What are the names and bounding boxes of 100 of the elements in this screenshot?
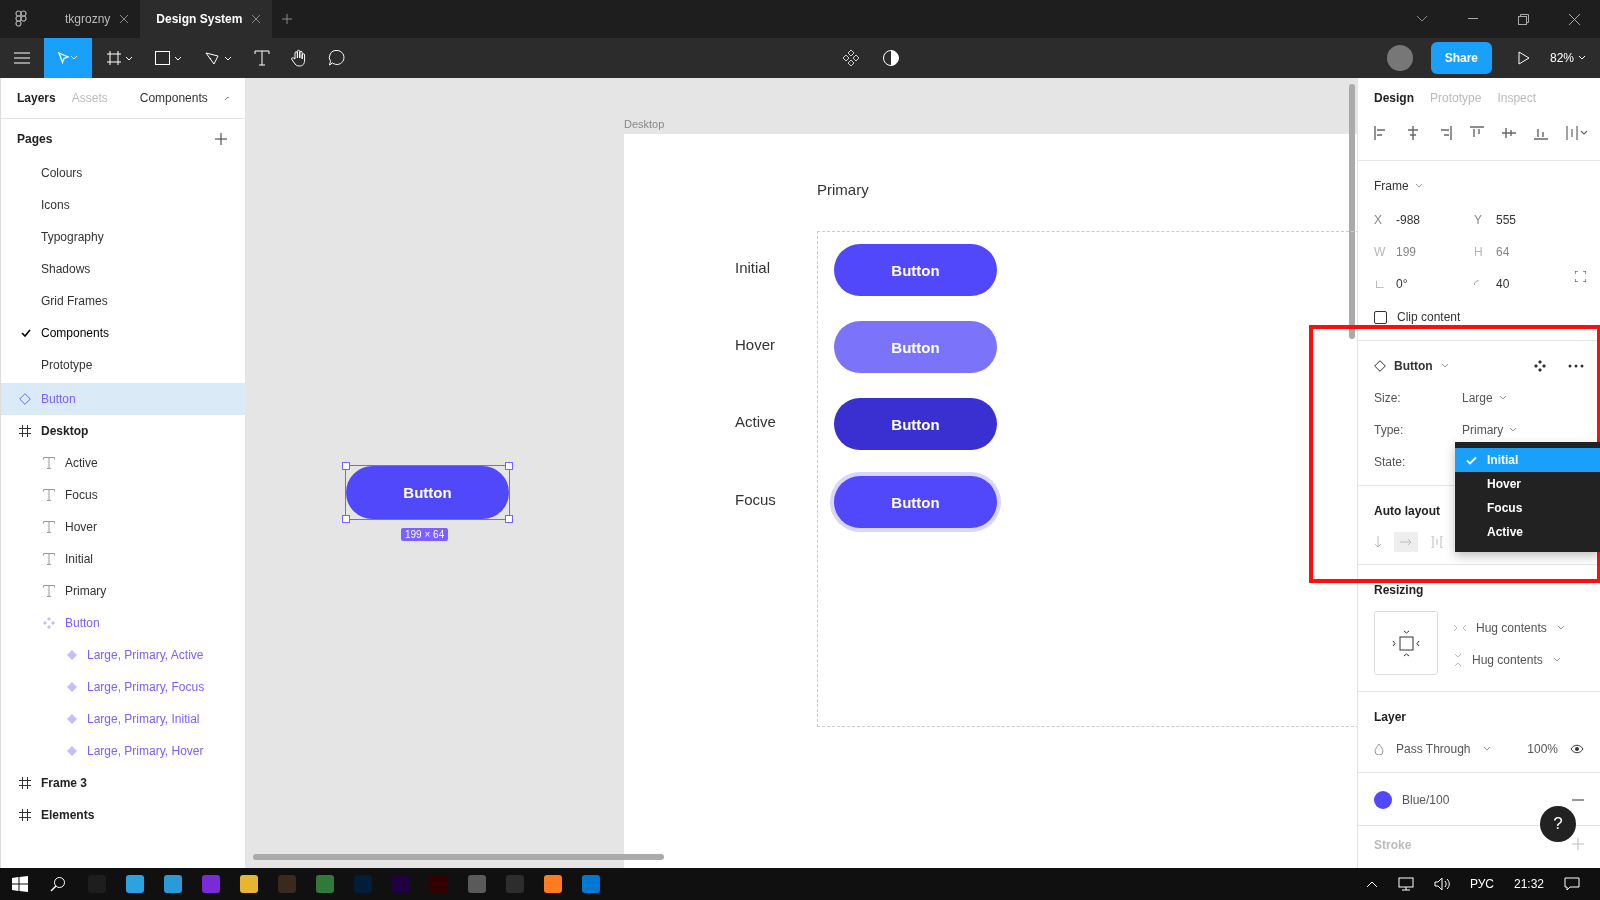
layer-item[interactable]: Large, Primary, Focus: [1, 671, 245, 703]
layer-item[interactable]: Primary: [1, 575, 245, 607]
expand-icon[interactable]: [1575, 271, 1586, 282]
app-icon[interactable]: [544, 875, 562, 893]
avatar[interactable]: [1386, 45, 1413, 71]
button[interactable]: Button: [834, 244, 997, 296]
search-icon[interactable]: [50, 876, 66, 892]
distribute-icon[interactable]: [1566, 126, 1588, 140]
component-icon[interactable]: [842, 49, 861, 67]
network-icon[interactable]: [1397, 877, 1414, 891]
component-dropdown[interactable]: Button: [1394, 359, 1433, 373]
figma-logo-icon[interactable]: [15, 10, 27, 28]
menu-item[interactable]: Hover: [1455, 472, 1600, 496]
close-icon[interactable]: [252, 15, 261, 23]
menu-item[interactable]: Active: [1455, 520, 1600, 544]
layer-item[interactable]: Large, Primary, Active: [1, 639, 245, 671]
file-tab[interactable]: Design System: [140, 0, 273, 38]
text-tool-icon[interactable]: [254, 50, 270, 66]
minimize-icon[interactable]: [1468, 18, 1478, 20]
property-field[interactable]: ∟ 0°: [1374, 277, 1474, 291]
page-item[interactable]: Icons: [1, 189, 245, 221]
file-tab[interactable]: tkgrozny: [49, 0, 141, 38]
hand-tool-icon[interactable]: [290, 49, 308, 67]
page-item[interactable]: Colours: [1, 157, 245, 189]
opacity-value[interactable]: 100%: [1527, 742, 1558, 756]
eye-icon[interactable]: [1570, 744, 1584, 754]
panel-tab[interactable]: Design: [1374, 91, 1414, 105]
clock[interactable]: 21:32: [1513, 877, 1544, 891]
notification-icon[interactable]: [1564, 877, 1580, 891]
move-tool[interactable]: [44, 38, 92, 78]
button[interactable]: Button: [834, 398, 997, 450]
app-icon[interactable]: [126, 875, 144, 893]
layer-item[interactable]: Active: [1, 447, 245, 479]
app-icon[interactable]: [240, 875, 258, 893]
align-bottom-icon[interactable]: [1534, 126, 1548, 140]
resizing-diagram[interactable]: [1374, 611, 1438, 675]
pen-tool-icon[interactable]: [204, 50, 234, 66]
resizing-dropdown[interactable]: Hug contents: [1476, 621, 1547, 635]
add-icon[interactable]: [215, 133, 227, 145]
layer-item[interactable]: Desktop: [1, 415, 245, 447]
align-middle-icon[interactable]: [1502, 126, 1516, 140]
color-swatch[interactable]: [1374, 791, 1392, 809]
page-item[interactable]: Grid Frames: [1, 285, 245, 317]
arrow-down-icon[interactable]: [1374, 536, 1382, 548]
contrast-icon[interactable]: [882, 49, 901, 67]
arrow-right-icon: [1400, 538, 1412, 546]
resizing-dropdown[interactable]: Hug contents: [1472, 653, 1543, 667]
app-icon[interactable]: [164, 875, 182, 893]
align-top-icon[interactable]: [1470, 126, 1484, 140]
more-icon[interactable]: [1568, 364, 1584, 368]
blend-mode-dropdown[interactable]: Pass Through: [1396, 742, 1471, 756]
app-icon[interactable]: [582, 875, 600, 893]
property-field[interactable]: ◜ 40: [1474, 277, 1574, 291]
close-icon[interactable]: [1569, 13, 1580, 25]
property-dropdown[interactable]: Primary: [1462, 423, 1504, 437]
layer-item[interactable]: Button: [1, 383, 245, 415]
align-left-icon[interactable]: [1374, 126, 1388, 140]
volume-icon[interactable]: [1433, 877, 1450, 891]
diamond-icon: [1374, 360, 1386, 372]
checkbox[interactable]: [1374, 310, 1387, 324]
layer-item[interactable]: Large, Primary, Hover: [1, 735, 245, 767]
panel-tab[interactable]: Layers: [17, 91, 56, 105]
windows-start-icon[interactable]: [12, 876, 28, 892]
frame-dropdown[interactable]: Frame: [1374, 179, 1409, 193]
menu-icon[interactable]: [14, 52, 30, 64]
restore-icon[interactable]: [1518, 13, 1529, 25]
zoom-dropdown[interactable]: 82%: [1550, 51, 1574, 65]
property-label: Type:: [1374, 423, 1405, 437]
scrollbar[interactable]: [1349, 84, 1355, 339]
close-icon[interactable]: [120, 15, 129, 23]
property-field[interactable]: X -988: [1374, 213, 1474, 227]
property-field[interactable]: Y 555: [1474, 213, 1574, 227]
frame-tool-icon[interactable]: [106, 50, 134, 66]
layer-item[interactable]: Initial: [1, 543, 245, 575]
add-tab-icon[interactable]: [282, 14, 293, 24]
align-center-icon[interactable]: [1406, 126, 1420, 140]
layer-item[interactable]: Frame 3: [1, 767, 245, 799]
property-dropdown[interactable]: Large: [1462, 391, 1493, 405]
language-indicator[interactable]: РУС: [1469, 877, 1494, 891]
layer-item[interactable]: Elements: [1, 799, 245, 831]
layer-item[interactable]: Hover: [1, 511, 245, 543]
text-icon: [43, 489, 55, 501]
rectangle-tool-icon[interactable]: [154, 50, 184, 66]
comment-tool-icon[interactable]: [328, 49, 346, 67]
page-item[interactable]: Components: [1, 317, 245, 349]
play-icon[interactable]: [1518, 51, 1530, 65]
scrollbar[interactable]: [253, 854, 664, 860]
page-menu[interactable]: Components: [139, 91, 208, 105]
align-right-icon[interactable]: [1438, 126, 1452, 140]
page-item[interactable]: Shadows: [1, 253, 245, 285]
component-icon[interactable]: [1534, 360, 1546, 372]
layer-item[interactable]: Button: [1, 607, 245, 639]
app-icon[interactable]: [316, 875, 334, 893]
button[interactable]: Button: [834, 321, 997, 373]
page-item[interactable]: Typography: [1, 221, 245, 253]
page-item[interactable]: Prototype: [1, 349, 245, 381]
layer-item[interactable]: Large, Primary, Initial: [1, 703, 245, 735]
help-button[interactable]: ?: [1540, 806, 1576, 842]
layer-item[interactable]: Focus: [1, 479, 245, 511]
menu-item[interactable]: Focus: [1455, 496, 1600, 520]
